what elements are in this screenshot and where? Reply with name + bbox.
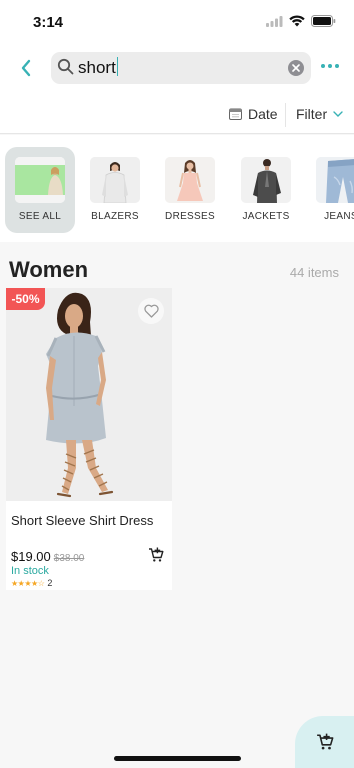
review-count: 2 [47,578,53,588]
search-input[interactable]: short [78,57,278,78]
category-label: JEANS [324,211,354,222]
battery-icon [311,15,336,27]
status-time: 3:14 [33,14,64,31]
date-label: Date [248,106,278,122]
product-price: $19.00 [11,549,51,564]
product-name: Short Sleeve Shirt Dress [11,513,154,528]
chevron-down-icon [333,111,343,117]
divider [285,103,286,127]
signal-icon [266,15,283,27]
category-jackets[interactable]: JACKETS [231,147,301,233]
back-button[interactable] [14,56,38,80]
home-indicator[interactable] [114,756,241,761]
cart-fab-button[interactable] [295,716,354,768]
search-icon [57,58,74,75]
product-image[interactable]: -50% [6,288,172,501]
heart-icon [143,304,159,318]
category-see-all[interactable]: SEE ALL [5,147,75,233]
chevron-left-icon [21,59,31,77]
star-rating: ★★★★☆ [11,578,45,588]
favorite-button[interactable] [138,298,164,324]
stock-status: In stock [11,565,49,577]
product-card[interactable]: -50% Short Sleeve Shirt Dress $19.00 $38.… [6,288,172,590]
category-thumbnail [316,157,354,203]
discount-badge: -50% [6,288,45,310]
more-dot [328,64,332,68]
calendar-icon [229,108,242,120]
sort-by-date-button[interactable]: Date [229,106,278,122]
category-jeans[interactable]: JEANS [306,147,354,233]
category-thumbnail [15,157,65,203]
category-thumbnail [90,157,140,203]
sort-filter-bar: Date Filter [0,96,354,134]
more-options-button[interactable] [321,64,339,68]
status-icons [266,15,336,27]
text-caret [116,57,119,76]
item-count: 44 items [289,265,339,280]
clear-search-button[interactable] [288,60,304,76]
more-dot [335,64,339,68]
category-dresses[interactable]: DRESSES [155,147,225,233]
close-icon [292,64,300,72]
filter-button[interactable]: Filter [296,106,343,122]
add-to-cart-button[interactable] [148,547,164,568]
original-price: $38.00 [53,553,85,564]
add-to-cart-icon [316,733,333,750]
section-title: Women [9,257,89,282]
category-thumbnail [241,157,291,203]
category-blazers[interactable]: BLAZERS [80,147,150,233]
status-bar: 3:14 [0,0,354,44]
rating: ★★★★☆ 2 [11,578,52,588]
add-to-cart-icon [149,547,164,562]
more-dot [321,64,325,68]
search-query: short [78,58,116,77]
search-bar[interactable]: short [51,52,311,84]
wifi-icon [289,15,305,27]
category-thumbnail [165,157,215,203]
category-carousel: SEE ALL BLAZERS DRESSES JACKETS JEAN [0,135,354,242]
top-bar: short [0,44,354,96]
price-row: $19.00 $38.00 [11,549,84,564]
filter-label: Filter [296,106,328,122]
